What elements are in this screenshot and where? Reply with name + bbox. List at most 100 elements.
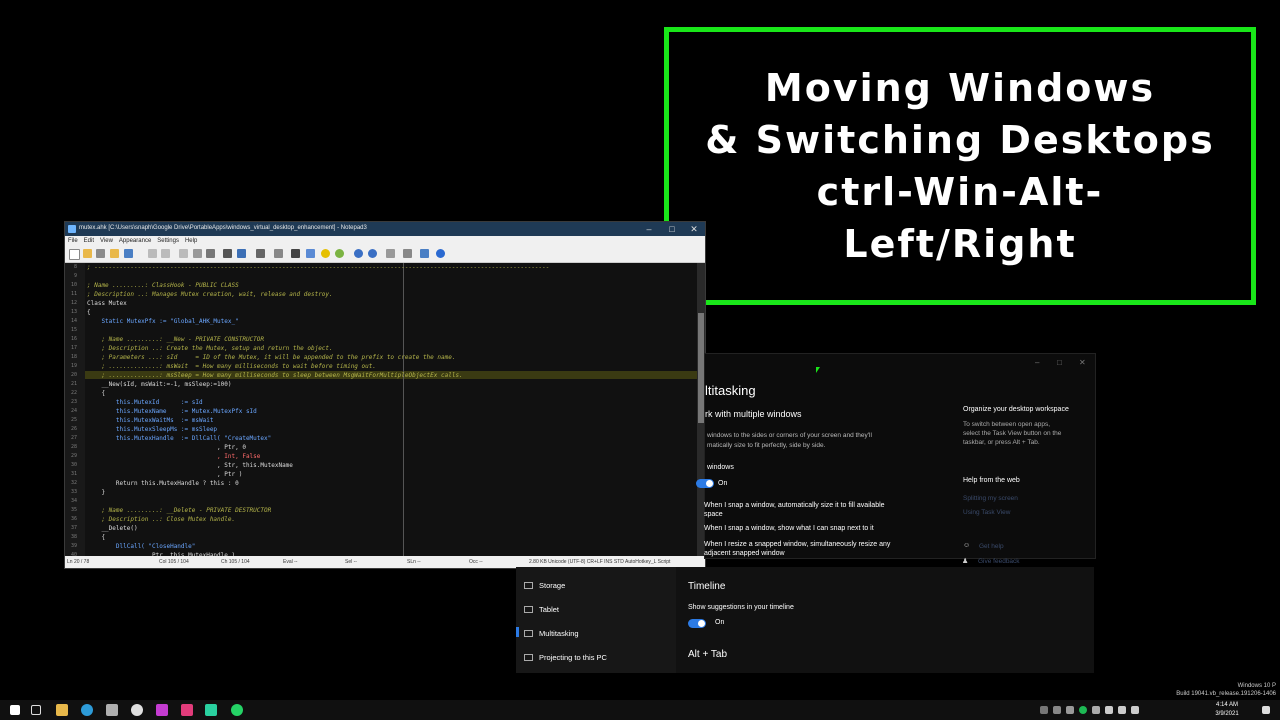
line-number: 39 — [70, 543, 77, 549]
notepad3-taskbar-icon[interactable] — [205, 704, 217, 716]
menu-appearance[interactable]: Appearance — [116, 236, 154, 244]
tray-icon-2[interactable] — [1053, 706, 1061, 714]
nav-multitasking[interactable]: Multitasking — [539, 629, 579, 638]
option-resize-adjacent[interactable]: When I resize a snapped window, simultan… — [704, 541, 890, 548]
status-line: Ln 20 / 78 — [67, 559, 90, 565]
alt-tab-heading: Alt + Tab — [688, 649, 728, 660]
copy-icon[interactable] — [193, 249, 202, 258]
taskbar-clock[interactable]: 4:14 AM 3/9/2021 — [1200, 701, 1254, 719]
task-view-icon[interactable] — [31, 705, 41, 715]
menu-settings[interactable]: Settings — [154, 236, 182, 244]
give-feedback-link[interactable]: Give feedback — [978, 558, 1020, 565]
menu-edit[interactable]: Edit — [81, 236, 97, 244]
notepad3-window: mutex.ahk [C:\Users\snaph\Google Drive\P… — [64, 221, 706, 569]
scheme-icon[interactable] — [386, 249, 395, 258]
paste-icon[interactable] — [206, 249, 215, 258]
nav-storage[interactable]: Storage — [539, 581, 565, 590]
zoom-in-icon[interactable] — [306, 249, 315, 258]
option-autosize-line2: space — [704, 511, 723, 518]
projecting-icon — [524, 654, 533, 661]
open-folder-icon[interactable] — [83, 249, 92, 258]
line-number: 28 — [70, 444, 77, 450]
word-wrap-icon[interactable] — [256, 249, 265, 258]
terminal-icon[interactable] — [106, 704, 118, 716]
line-number: 13 — [70, 309, 77, 315]
exit-icon[interactable] — [436, 249, 445, 258]
option-resize-adjacent-line2: adjacent snapped window — [704, 550, 785, 557]
spotify-icon[interactable] — [1079, 706, 1087, 714]
link-splitting-screen[interactable]: Splitting my screen — [963, 495, 1018, 502]
settings-gear-icon[interactable] — [131, 704, 143, 716]
edge-icon[interactable] — [81, 704, 93, 716]
redo-icon[interactable] — [161, 249, 170, 258]
volume-icon[interactable] — [1118, 706, 1126, 714]
find-icon[interactable] — [223, 249, 232, 258]
close-button[interactable]: ✕ — [683, 222, 705, 236]
get-help-link[interactable]: Get help — [979, 543, 1004, 550]
code-line: Static MutexPfx := "Global_AHK_Mutex_" — [87, 318, 239, 325]
add-favorite-icon[interactable] — [335, 249, 344, 258]
browse-icon[interactable] — [110, 249, 119, 258]
mouse-cursor-icon — [816, 367, 820, 373]
get-help-icon: ☺ — [963, 542, 971, 549]
maximize-button[interactable]: □ — [661, 222, 683, 236]
banner-line-1: Moving Windows — [764, 66, 1156, 110]
view-icon[interactable] — [291, 249, 300, 258]
nav-active-indicator — [516, 627, 519, 637]
settings-icon[interactable] — [403, 249, 412, 258]
replace-icon[interactable] — [237, 249, 246, 258]
clock-date: 3/9/2021 — [1215, 711, 1239, 717]
code-editor[interactable]: 8 9 10 11 12 13 14 15 16 17 18 19 20 21 22 23 24 25 26 27 28… — [65, 263, 697, 556]
menu-view[interactable]: View — [97, 236, 116, 244]
nav-tablet[interactable]: Tablet — [539, 605, 559, 614]
notifications-icon[interactable] — [1262, 706, 1270, 714]
storage-icon — [524, 582, 533, 589]
menu-file[interactable]: File — [65, 236, 81, 244]
battery-icon[interactable] — [1131, 706, 1139, 714]
link-using-task-view[interactable]: Using Task View — [963, 509, 1010, 516]
app-purple-icon[interactable] — [156, 704, 168, 716]
undo-icon[interactable] — [148, 249, 157, 258]
settings-maximize-button[interactable]: □ — [1057, 358, 1062, 367]
banner-line-4: Left/Right — [843, 222, 1077, 266]
nav-projecting[interactable]: Projecting to this PC — [539, 653, 607, 662]
zoom-in-2-icon[interactable] — [354, 249, 363, 258]
file-explorer-icon[interactable] — [56, 704, 68, 716]
line-number: 21 — [70, 381, 77, 387]
open-recent-icon[interactable] — [96, 249, 105, 258]
zoom-icon[interactable] — [274, 249, 283, 258]
line-number: 25 — [70, 417, 77, 423]
new-file-icon[interactable] — [69, 249, 80, 260]
cut-icon[interactable] — [179, 249, 188, 258]
minimize-button[interactable]: – — [638, 222, 660, 236]
settings-minimize-button[interactable]: – — [1035, 358, 1039, 367]
tray-icon-1[interactable] — [1040, 706, 1048, 714]
print-icon[interactable] — [420, 249, 429, 258]
tray-icon-3[interactable] — [1066, 706, 1074, 714]
option-snap-assist[interactable]: When I snap a window, show what I can sn… — [704, 525, 874, 532]
zoom-out-icon[interactable] — [368, 249, 377, 258]
code-line: this.MutexWaitMs := msWait — [87, 417, 214, 424]
settings-page-heading: ltitasking — [705, 383, 756, 398]
line-number: 8 — [73, 264, 77, 270]
option-autosize[interactable]: When I snap a window, automatically size… — [704, 502, 885, 509]
banner-line-2: & Switching Desktops — [705, 118, 1215, 162]
organize-desc-2: select the Task View button on the — [963, 430, 1062, 437]
favorites-icon[interactable] — [321, 249, 330, 258]
start-icon[interactable] — [10, 705, 20, 715]
organize-desc-3: taskbar, or press Alt + Tab. — [963, 439, 1040, 446]
network-icon[interactable] — [1105, 706, 1113, 714]
notepad-title-bar[interactable]: mutex.ahk [C:\Users\snaph\Google Drive\P… — [65, 222, 705, 236]
timeline-suggestions-toggle[interactable] — [688, 619, 706, 628]
line-number: 33 — [70, 489, 77, 495]
settings-close-button[interactable]: ✕ — [1079, 358, 1086, 367]
line-number: 14 — [70, 318, 77, 324]
line-number: 24 — [70, 408, 77, 414]
menu-help[interactable]: Help — [182, 236, 200, 244]
tray-icon-5[interactable] — [1092, 706, 1100, 714]
snap-windows-toggle[interactable] — [696, 479, 714, 488]
slack-icon[interactable] — [181, 704, 193, 716]
line-number: 22 — [70, 390, 77, 396]
save-icon[interactable] — [124, 249, 133, 258]
whatsapp-icon[interactable] — [231, 704, 243, 716]
